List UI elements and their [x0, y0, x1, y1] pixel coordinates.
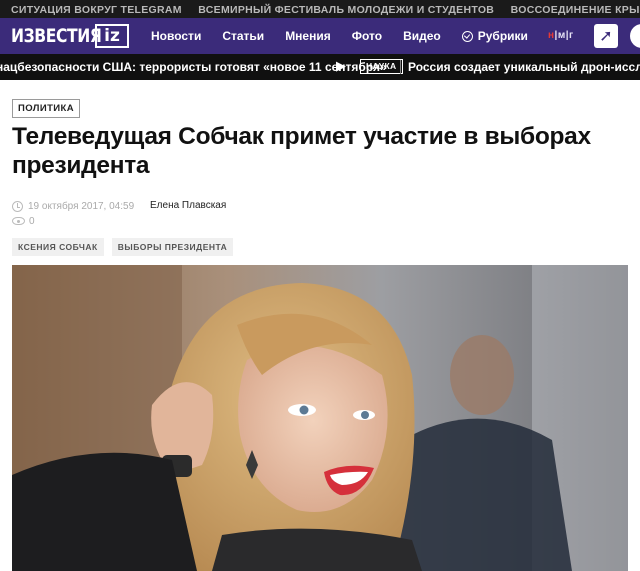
tag-presidential-election[interactable]: ВЫБОРЫ ПРЕЗИДЕНТА: [111, 238, 234, 256]
article-author[interactable]: Елена Плавская: [150, 199, 226, 213]
logo-text: ИЗВЕСТИЯ: [11, 25, 102, 47]
date-text: 19 октября 2017, 04:59: [28, 200, 135, 212]
nmg-rest: |м|г: [554, 30, 574, 41]
article-tags: КСЕНИЯ СОБЧАК ВЫБОРЫ ПРЕЗИДЕНТА: [12, 238, 241, 256]
nav-item-articles[interactable]: Статьи: [222, 29, 264, 43]
rubrics-label: Рубрики: [477, 29, 528, 43]
logo-badge: iz: [95, 24, 129, 48]
nav-item-video[interactable]: Видео: [403, 29, 441, 43]
views-count: 0: [29, 215, 35, 227]
tag-ksenia-sobchak[interactable]: КСЕНИЯ СОБЧАК: [12, 238, 104, 256]
photo-illustration: [12, 265, 628, 571]
main-navbar: ИЗВЕСТИЯ iz Новости Статьи Мнения Фото В…: [0, 18, 640, 54]
nav-item-photo[interactable]: Фото: [352, 29, 382, 43]
trending-link-1[interactable]: СИТУАЦИЯ ВОКРУГ TELEGRAM: [11, 1, 182, 18]
eye-icon: [12, 217, 25, 225]
ticker-divider: [400, 60, 401, 74]
clock-icon: [12, 200, 23, 212]
ticker-category-badge: НАУКА: [360, 59, 403, 74]
article-date: 19 октября 2017, 04:59: [12, 199, 134, 213]
account-icon[interactable]: [630, 24, 640, 48]
page-title: Телеведущая Собчак примет участие в выбо…: [12, 123, 591, 179]
article-photo: [12, 265, 628, 571]
news-ticker: нацбезопасности США: террористы готовят …: [0, 54, 640, 80]
article-rubric[interactable]: ПОЛИТИКА: [12, 99, 80, 118]
trending-link-2[interactable]: ВСЕМИРНЫЙ ФЕСТИВАЛЬ МОЛОДЕЖИ И СТУДЕНТОВ: [198, 1, 494, 18]
nav-item-opinions[interactable]: Мнения: [285, 29, 331, 43]
ticker-item-right[interactable]: Россия создает уникальный дрон-исследов: [408, 60, 640, 74]
trending-link-3[interactable]: ВОССОЕДИНЕНИЕ КРЫМА С РОССИЕЙ: [511, 1, 640, 18]
site-logo[interactable]: ИЗВЕСТИЯ iz: [11, 24, 129, 48]
nmg-logo[interactable]: н|м|г: [548, 30, 574, 41]
check-circle-icon: [461, 30, 473, 42]
top-trending-strip: СИТУАЦИЯ ВОКРУГ TELEGRAM ВСЕМИРНЫЙ ФЕСТИ…: [0, 0, 640, 18]
nav-menu: Новости Статьи Мнения Фото Видео Рубрики: [151, 18, 549, 54]
nav-item-rubrics[interactable]: Рубрики: [461, 29, 528, 43]
play-arrow-icon: ▶: [336, 58, 346, 73]
channel-logo-icon[interactable]: ➚: [594, 24, 618, 48]
view-counter: 0: [12, 214, 35, 228]
ticker-item-left[interactable]: нацбезопасности США: террористы готовят …: [0, 60, 387, 74]
nav-item-news[interactable]: Новости: [151, 29, 201, 43]
